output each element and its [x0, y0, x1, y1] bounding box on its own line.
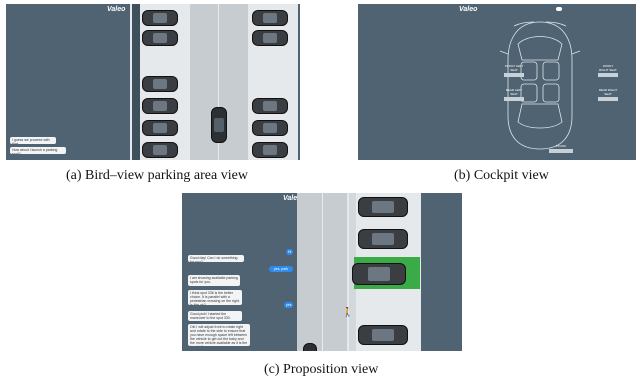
panel-bird-view: Valeo I guess we proceed with that How a… — [6, 4, 300, 160]
sidewalk-strip — [132, 4, 140, 160]
chat-message: Ok! I will adjust front to rotate right … — [188, 324, 250, 346]
moving-car — [303, 343, 317, 351]
lane-divider — [322, 193, 323, 351]
chat-message: I guess we proceed with that — [10, 137, 56, 144]
caption-c: (c) Proposition view — [264, 362, 379, 377]
parked-car — [358, 197, 408, 217]
panel-cockpit-view: Valeo FRONT LEFT SEAT FRONT RIGHT SEAT R… — [358, 4, 636, 160]
trunk-label: TRUNK — [555, 144, 567, 148]
caption-b: (b) Cockpit view — [454, 168, 549, 183]
seat-rear-left: REAR LEFT SEAT — [504, 88, 524, 101]
parked-car — [252, 120, 288, 136]
seat-input[interactable] — [504, 73, 524, 77]
seat-input[interactable] — [598, 73, 618, 77]
parked-car — [142, 76, 178, 92]
ego-car — [211, 107, 227, 143]
caption-a: (a) Bird–view parking area view — [66, 168, 248, 183]
chat-message: Good day! Can I do something for you? — [188, 255, 244, 262]
seat-front-left: FRONT LEFT SEAT — [504, 64, 524, 77]
seat-label: REAR LEFT SEAT — [505, 88, 523, 96]
chat-message: How about I launch a parking spot? — [10, 147, 66, 154]
chat-message: I am showing available parking spots for… — [188, 275, 240, 286]
parked-car — [252, 98, 288, 114]
parked-car — [252, 30, 288, 46]
parked-car — [142, 142, 178, 158]
parking-lot-right — [248, 4, 298, 160]
parked-car — [252, 10, 288, 26]
pedestrian-icon: 🚶 — [342, 308, 354, 318]
panel-proposition-view: Valeo 🚶 Good day! Can I do something for… — [182, 193, 462, 351]
parked-car — [142, 10, 178, 26]
parked-car — [252, 142, 288, 158]
ego-car-parking — [352, 263, 406, 285]
valeo-logo: Valeo — [107, 6, 126, 13]
parked-car — [142, 120, 178, 136]
seat-label: FRONT LEFT SEAT — [504, 64, 524, 72]
seat-input[interactable] — [598, 97, 618, 101]
chat-message: Good pick! I started the maneuver to the… — [188, 311, 242, 321]
chat-message: I think spot 336 is the better choice. I… — [188, 290, 242, 305]
seat-label: REAR RIGHT SEAT — [598, 88, 618, 96]
car-outline-top-view — [499, 21, 581, 150]
parked-car — [358, 229, 408, 249]
seat-front-right: FRONT RIGHT SEAT — [598, 64, 618, 77]
seat-label: FRONT RIGHT SEAT — [599, 64, 617, 72]
chat-reply: Hi — [286, 249, 293, 255]
chat-reply: yes, park here — [269, 266, 293, 272]
parked-car — [142, 98, 178, 114]
trunk: TRUNK — [549, 144, 573, 153]
parked-car — [358, 325, 408, 345]
seat-rear-right: REAR RIGHT SEAT — [598, 88, 618, 101]
parked-car — [142, 30, 178, 46]
seat-input[interactable] — [504, 97, 524, 101]
trunk-input[interactable] — [549, 149, 573, 153]
chat-reply: yes — [284, 302, 293, 308]
